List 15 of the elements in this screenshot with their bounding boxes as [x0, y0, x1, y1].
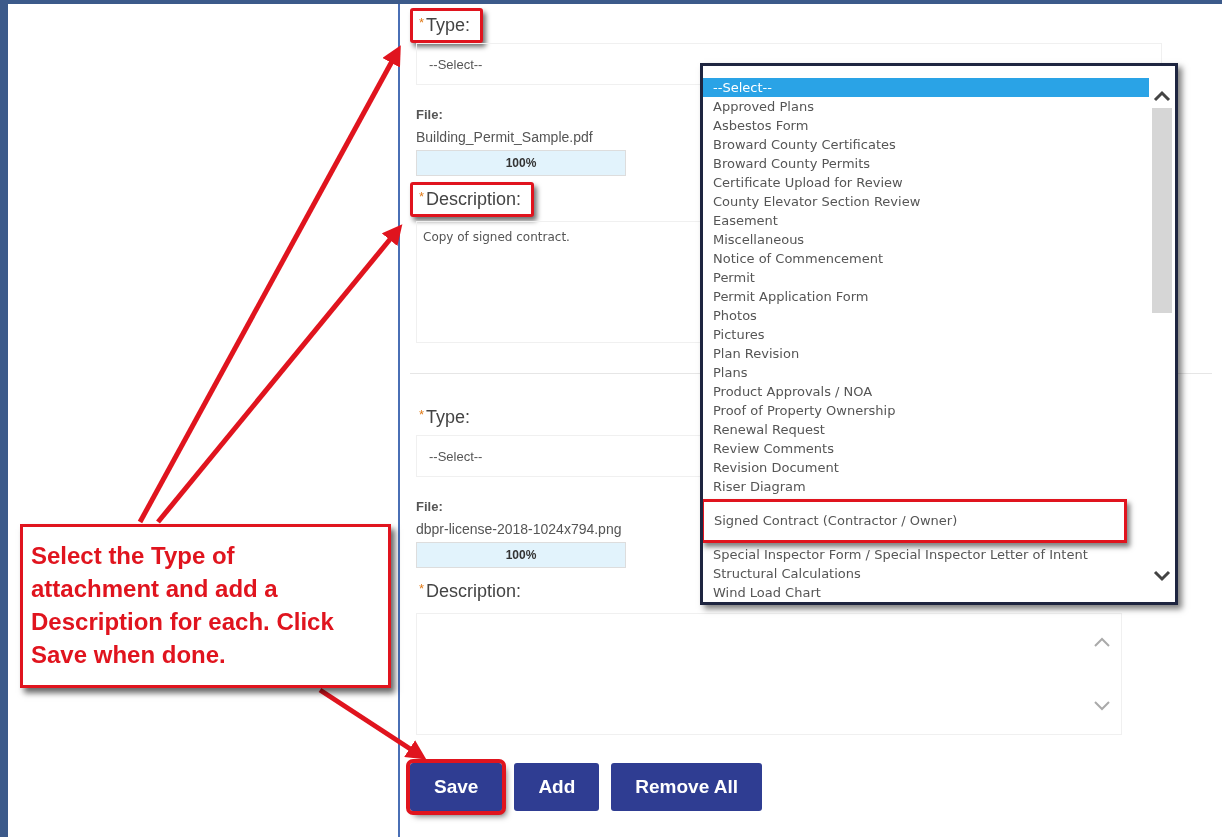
- instruction-callout: Select the Type of attachment and add a Description for each. Click Save when done.: [20, 524, 391, 688]
- required-mark: *: [419, 189, 425, 204]
- description-label-text: Description:: [426, 189, 522, 210]
- progress-reading: 100%: [505, 156, 537, 170]
- type-label-text: Type:: [426, 407, 471, 428]
- required-mark: *: [419, 15, 425, 30]
- file-label: File:: [416, 107, 443, 122]
- required-mark: *: [419, 407, 425, 422]
- file-name: Building_Permit_Sample.pdf: [416, 129, 593, 145]
- file-label: File:: [416, 499, 443, 514]
- file-name: dbpr-license-2018-1024x794.png: [416, 521, 622, 537]
- progress-reading: 100%: [505, 548, 537, 562]
- type-label-text: Type:: [426, 15, 471, 36]
- required-mark: *: [419, 581, 425, 596]
- description-label-text: Description:: [426, 581, 522, 602]
